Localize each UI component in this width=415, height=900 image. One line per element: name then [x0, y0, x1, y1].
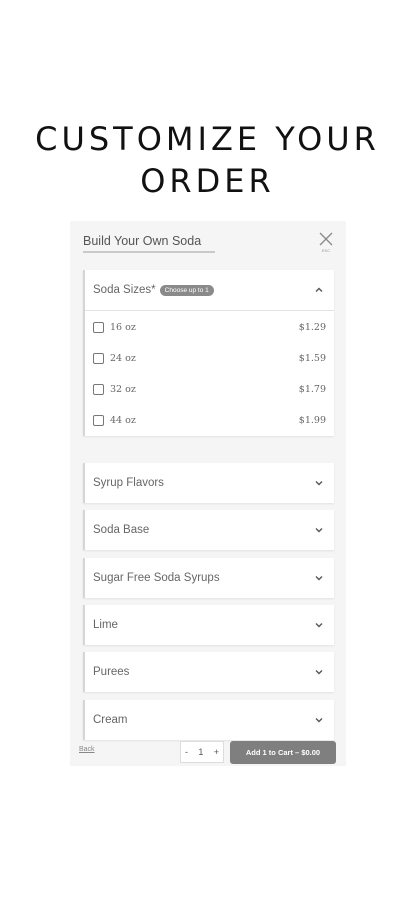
option-checkbox[interactable]: [93, 353, 104, 364]
chevron-up-icon: [315, 287, 323, 292]
option-name: 32 oz: [110, 384, 136, 395]
section-header[interactable]: Lime: [85, 605, 334, 645]
section-header[interactable]: Purees: [85, 652, 334, 692]
section-sugar-free-syrups: Sugar Free Soda Syrups: [83, 558, 334, 598]
section-label: Syrup Flavors: [93, 477, 164, 489]
page-title: CUSTOMIZE YOUR ORDER: [35, 120, 380, 200]
section-lime: Lime: [83, 605, 334, 645]
option-price: $1.99: [298, 415, 326, 426]
chevron-down-icon: [315, 623, 323, 628]
chevron-down-icon: [315, 576, 323, 581]
chevron-down-icon: [315, 528, 323, 533]
add-to-cart-button[interactable]: Add 1 to Cart – $0.00: [230, 741, 336, 764]
option-price: $1.29: [298, 322, 326, 333]
section-header[interactable]: Sugar Free Soda Syrups: [85, 558, 334, 598]
section-label: Purees: [93, 666, 130, 678]
section-header[interactable]: Syrup Flavors: [85, 463, 334, 503]
section-label: Soda Sizes*: [93, 284, 156, 296]
option-checkbox[interactable]: [93, 322, 104, 333]
increase-button[interactable]: +: [214, 747, 219, 757]
option-row: 16 oz $1.29: [85, 312, 334, 343]
section-label: Lime: [93, 619, 118, 631]
option-price: $1.79: [298, 384, 326, 395]
sizes-options: 16 oz $1.29 24 oz $1.59 32 oz $1.79 44 o…: [85, 310, 334, 436]
close-icon: [319, 232, 333, 246]
section-soda-sizes: Soda Sizes* Choose up to 1 16 oz $1.29 2…: [83, 270, 334, 436]
section-label: Sugar Free Soda Syrups: [93, 572, 220, 584]
section-label: Cream: [93, 714, 128, 726]
section-header-soda-sizes[interactable]: Soda Sizes* Choose up to 1: [85, 270, 334, 310]
option-name: 44 oz: [110, 415, 136, 426]
option-row: 32 oz $1.79: [85, 374, 334, 405]
option-name: 24 oz: [110, 353, 136, 364]
decrease-button[interactable]: -: [185, 747, 188, 757]
section-syrup-flavors: Syrup Flavors: [83, 463, 334, 503]
back-link[interactable]: Back: [79, 746, 95, 753]
section-soda-base: Soda Base: [83, 510, 334, 550]
section-header[interactable]: Soda Base: [85, 510, 334, 550]
choose-badge: Choose up to 1: [159, 284, 214, 296]
option-checkbox[interactable]: [93, 415, 104, 426]
section-label: Soda Base: [93, 524, 150, 536]
chevron-down-icon: [315, 718, 323, 723]
quantity-stepper: - 1 +: [180, 741, 224, 763]
chevron-down-icon: [315, 670, 323, 675]
chevron-down-icon: [315, 481, 323, 486]
modal-title: Build Your Own Soda: [83, 234, 215, 253]
section-purees: Purees: [83, 652, 334, 692]
close-button[interactable]: ESC: [318, 231, 334, 255]
option-row: 44 oz $1.99: [85, 405, 334, 436]
quantity-value: 1: [198, 747, 204, 757]
option-row: 24 oz $1.59: [85, 343, 334, 374]
option-price: $1.59: [298, 353, 326, 364]
customize-modal: Build Your Own Soda ESC Soda Sizes* Choo…: [70, 221, 346, 766]
modal-header: Build Your Own Soda ESC: [70, 221, 346, 267]
option-checkbox[interactable]: [93, 384, 104, 395]
close-label: ESC: [321, 248, 331, 253]
modal-footer: Back - 1 + Add 1 to Cart – $0.00: [70, 726, 346, 766]
option-name: 16 oz: [110, 322, 136, 333]
